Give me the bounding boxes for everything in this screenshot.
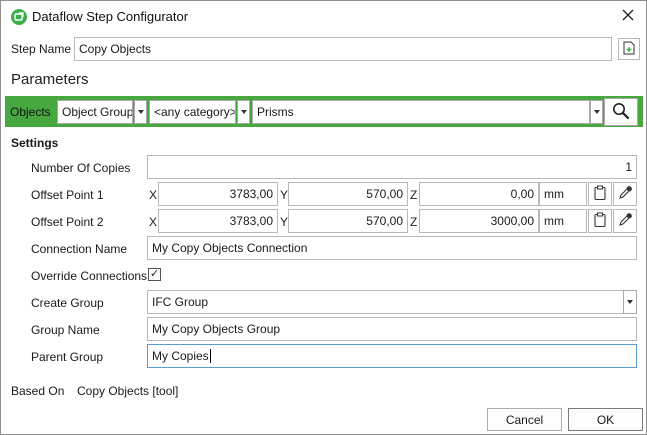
connection-name-label: Connection Name <box>31 242 128 256</box>
number-of-copies-input[interactable]: 1 <box>147 155 637 179</box>
dataflow-app-icon <box>11 9 27 25</box>
filter-input[interactable]: Prisms <box>252 100 590 124</box>
step-name-label: Step Name <box>11 42 72 56</box>
offset-2-y-value: 570,00 <box>366 214 403 228</box>
ok-button[interactable]: OK <box>568 408 643 431</box>
ok-button-label: OK <box>596 412 615 427</box>
offset-2-x-value: 3783,00 <box>229 214 273 228</box>
chevron-down-icon <box>593 110 600 114</box>
offset-2-x-input[interactable]: 3783,00 <box>158 209 278 233</box>
group-name-value: My Copy Objects Group <box>152 322 281 336</box>
offset-1-y-label: Y <box>280 188 289 202</box>
create-group-select[interactable]: IFC Group <box>147 290 624 314</box>
magnifier-icon <box>612 102 630 123</box>
close-icon <box>622 9 634 24</box>
step-name-input[interactable]: Copy Objects <box>74 37 612 61</box>
object-type-select[interactable]: Object Group <box>57 100 133 124</box>
category-dropdown-button[interactable] <box>237 100 250 124</box>
chevron-down-icon <box>627 300 633 304</box>
offset-1-y-input[interactable]: 570,00 <box>288 182 408 206</box>
parent-group-value: My Copies <box>152 349 209 363</box>
offset-1-y-value: 570,00 <box>366 187 403 201</box>
eyedropper-icon <box>618 212 633 230</box>
text-cursor <box>209 349 211 363</box>
offset-1-unit: mm <box>539 182 587 206</box>
step-name-value: Copy Objects <box>79 42 152 56</box>
based-on-label: Based On <box>11 384 65 398</box>
offset-point-2-label: Offset Point 2 <box>31 215 104 229</box>
offset-2-paste-button[interactable] <box>588 209 612 233</box>
cancel-button[interactable]: Cancel <box>487 408 562 431</box>
offset-1-pick-button[interactable] <box>613 182 637 206</box>
search-button[interactable] <box>604 98 638 126</box>
offset-1-x-value: 3783,00 <box>229 187 273 201</box>
number-of-copies-value: 1 <box>625 160 632 174</box>
group-name-label: Group Name <box>31 323 100 337</box>
close-button[interactable] <box>614 3 642 30</box>
object-type-dropdown-button[interactable] <box>134 100 147 124</box>
offset-1-x-input[interactable]: 3783,00 <box>158 182 278 206</box>
offset-2-unit-value: mm <box>544 214 564 228</box>
category-select[interactable]: <any category> <box>149 100 236 124</box>
override-connections-checkbox[interactable]: ✓ <box>148 268 161 281</box>
number-of-copies-label: Number Of Copies <box>31 161 131 175</box>
category-value: <any category> <box>154 105 236 119</box>
new-step-button[interactable] <box>618 38 640 60</box>
filter-value: Prisms <box>257 105 294 119</box>
checkmark-icon: ✓ <box>149 268 160 280</box>
create-group-label: Create Group <box>31 296 104 310</box>
offset-1-z-label: Z <box>410 188 418 202</box>
offset-2-z-label: Z <box>410 215 418 229</box>
override-connections-label: Override Connections <box>31 269 148 283</box>
connection-name-value: My Copy Objects Connection <box>152 241 308 255</box>
eyedropper-icon <box>618 185 633 203</box>
clipboard-icon <box>594 212 606 230</box>
object-type-value: Object Group <box>62 105 133 119</box>
offset-1-z-value: 0,00 <box>510 187 534 201</box>
add-document-icon <box>623 41 635 58</box>
filter-dropdown-button[interactable] <box>590 100 603 124</box>
chevron-down-icon <box>137 110 144 114</box>
create-group-value: IFC Group <box>152 295 209 309</box>
offset-1-unit-value: mm <box>544 187 564 201</box>
offset-1-x-label: X <box>149 188 158 202</box>
offset-2-z-value: 3000,00 <box>490 214 534 228</box>
offset-point-1-label: Offset Point 1 <box>31 188 104 202</box>
offset-1-paste-button[interactable] <box>588 182 612 206</box>
parameters-heading: Parameters <box>11 71 89 88</box>
based-on-value: Copy Objects [tool] <box>77 384 179 398</box>
offset-1-z-input[interactable]: 0,00 <box>419 182 539 206</box>
connection-name-input[interactable]: My Copy Objects Connection <box>147 236 637 260</box>
window-title: Dataflow Step Configurator <box>32 9 189 24</box>
dialog-window: Dataflow Step Configurator Step Name Cop… <box>0 0 647 435</box>
offset-2-z-input[interactable]: 3000,00 <box>419 209 539 233</box>
parent-group-input[interactable]: My Copies <box>147 344 637 368</box>
settings-heading: Settings <box>11 136 59 150</box>
create-group-dropdown-button[interactable] <box>623 290 637 314</box>
chevron-down-icon <box>240 110 247 114</box>
cancel-button-label: Cancel <box>505 412 544 427</box>
offset-2-x-label: X <box>149 215 158 229</box>
offset-2-y-label: Y <box>280 215 289 229</box>
objects-label: Objects <box>10 105 51 119</box>
group-name-input[interactable]: My Copy Objects Group <box>147 317 637 341</box>
offset-2-y-input[interactable]: 570,00 <box>288 209 408 233</box>
offset-2-unit: mm <box>539 209 587 233</box>
clipboard-icon <box>594 185 606 203</box>
offset-2-pick-button[interactable] <box>613 209 637 233</box>
parent-group-label: Parent Group <box>31 350 104 364</box>
